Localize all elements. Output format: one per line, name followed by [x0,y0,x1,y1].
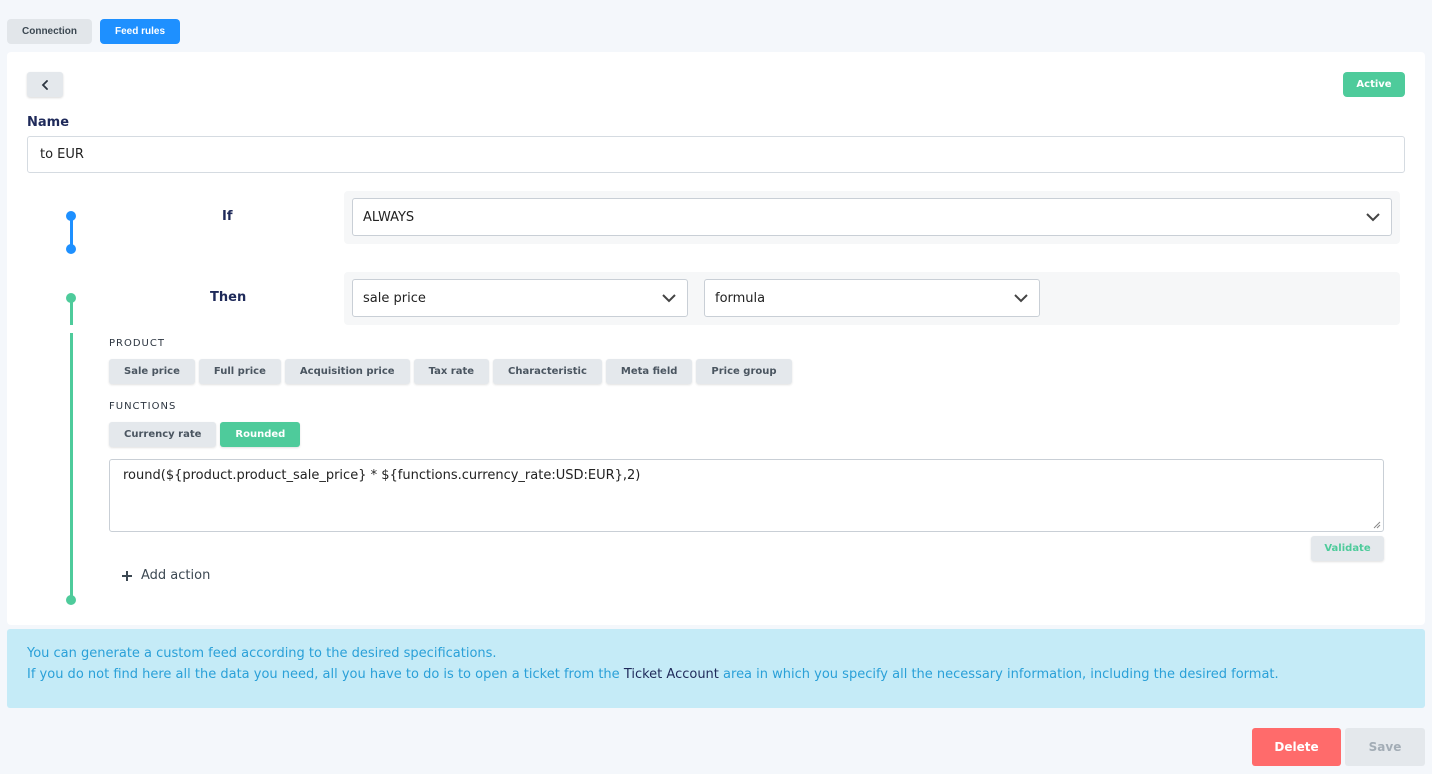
rule-card: Active Name to EUR If ALWAYS Then sale p… [7,52,1425,625]
chip-sale-price[interactable]: Sale price [109,359,195,384]
then-field-select[interactable]: sale price [352,279,688,317]
status-badge[interactable]: Active [1343,72,1405,97]
formula-text: round(${product.product_sale_price} * ${… [123,468,641,483]
timeline-if-line [69,217,73,247]
product-section-title: PRODUCT [109,338,165,349]
chip-meta-field[interactable]: Meta field [605,359,693,384]
add-action-label: Add action [141,568,211,583]
timeline-then-line-top [69,299,73,325]
timeline-then-end-dot [66,595,76,605]
ticket-account-link[interactable]: Ticket Account [624,667,719,682]
then-type-select[interactable]: formula [704,279,1040,317]
then-type-value: formula [715,290,766,306]
formula-textarea[interactable]: round(${product.product_sale_price} * ${… [109,459,1384,532]
tab-connection[interactable]: Connection [7,19,92,44]
add-action-button[interactable]: Add action [121,568,210,583]
back-button[interactable] [27,72,63,97]
info-line-2: If you do not find here all the data you… [27,664,1405,685]
name-input[interactable]: to EUR [27,136,1405,173]
chip-rounded[interactable]: Rounded [220,422,301,447]
if-condition-select[interactable]: ALWAYS [352,198,1392,236]
info-line-2-pre: If you do not find here all the data you… [27,667,624,682]
functions-chip-row: Currency rate Rounded [109,422,301,447]
then-label: Then [210,290,247,305]
chip-characteristic[interactable]: Characteristic [493,359,602,384]
tab-bar: Connection Feed rules [7,19,181,44]
name-label: Name [27,115,70,130]
product-chip-row: Sale price Full price Acquisition price … [109,359,792,384]
plus-icon [122,570,132,581]
info-line-2-post: area in which you specify all the necess… [718,667,1279,682]
chip-tax-rate[interactable]: Tax rate [413,359,490,384]
chevron-down-icon [1014,294,1028,303]
resize-handle-icon[interactable] [1373,521,1381,529]
then-field-value: sale price [363,290,426,306]
validate-button[interactable]: Validate [1311,536,1384,561]
info-line-1: You can generate a custom feed according… [27,646,497,661]
info-banner: You can generate a custom feed according… [7,629,1425,708]
chip-currency-rate[interactable]: Currency rate [109,422,217,447]
chevron-left-icon [41,79,48,90]
timeline-if-end-dot [66,244,76,254]
chevron-down-icon [1366,213,1380,222]
if-label: If [222,209,233,224]
if-condition-value: ALWAYS [363,209,415,225]
chevron-down-icon [662,294,676,303]
timeline-then-line [69,333,73,598]
chip-full-price[interactable]: Full price [198,359,281,384]
delete-button[interactable]: Delete [1252,728,1341,766]
chip-price-group[interactable]: Price group [696,359,792,384]
functions-section-title: FUNCTIONS [109,401,177,412]
chip-acquisition-price[interactable]: Acquisition price [284,359,410,384]
save-button[interactable]: Save [1345,728,1425,766]
tab-feed-rules[interactable]: Feed rules [100,19,181,44]
